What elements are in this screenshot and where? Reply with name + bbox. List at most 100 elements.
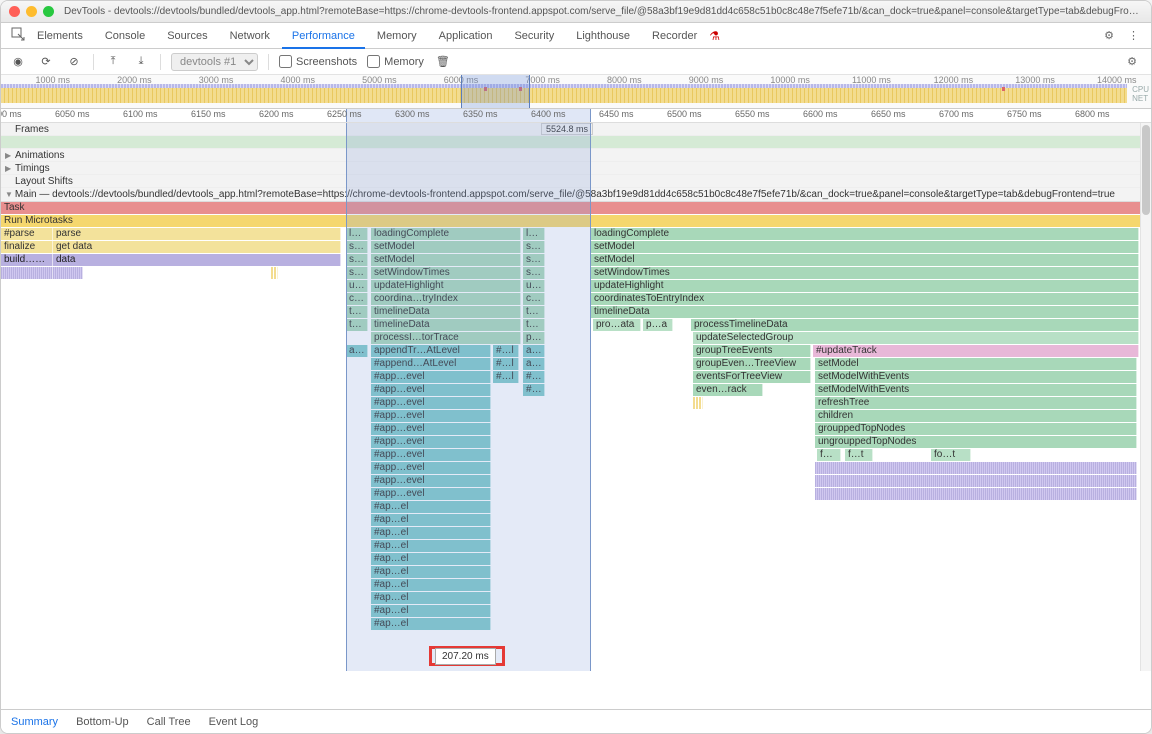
flame-bar[interactable]: p… xyxy=(523,332,545,344)
flame-bar[interactable]: #… xyxy=(523,371,545,383)
flame-bar[interactable]: updateSelectedGroup xyxy=(693,332,1139,344)
tab-security[interactable]: Security xyxy=(504,23,564,49)
flame-bar[interactable]: #…l xyxy=(493,358,519,370)
flame-bar[interactable]: u… xyxy=(346,280,368,292)
flame-bar[interactable]: s…l xyxy=(346,254,368,266)
flame-bar[interactable]: s… xyxy=(346,267,368,279)
timeline-ruler[interactable]: 6000 ms6050 ms6100 ms6150 ms6200 ms6250 … xyxy=(1,109,1151,123)
tab-application[interactable]: Application xyxy=(429,23,503,49)
flame-bar[interactable]: loadingComplete xyxy=(591,228,1139,240)
flame-bar[interactable]: appendTr…AtLevel xyxy=(371,345,491,357)
flame-bar[interactable]: #ap…el xyxy=(371,618,491,630)
flame-bar[interactable]: #app…evel xyxy=(371,462,491,474)
inspect-icon[interactable] xyxy=(7,27,25,44)
profile-select[interactable]: devtools #1 xyxy=(171,53,258,71)
record-button[interactable]: ◉ xyxy=(9,55,27,68)
track-animations[interactable]: ▶Animations xyxy=(1,149,1151,162)
track-timings[interactable]: ▶Timings xyxy=(1,162,1151,175)
flame-bar[interactable]: l… xyxy=(523,228,545,240)
flame-bar[interactable]: setWindowTimes xyxy=(591,267,1139,279)
flame-bar[interactable]: setModel xyxy=(371,254,521,266)
clear-button[interactable]: ⊘ xyxy=(65,55,83,68)
flame-bar[interactable]: t… xyxy=(523,306,545,318)
settings-icon[interactable]: ⚙ xyxy=(1098,29,1120,42)
flame-bar[interactable]: timelineData xyxy=(371,319,521,331)
flame-bar[interactable]: eventsForTreeView xyxy=(693,371,811,383)
flame-bar[interactable] xyxy=(693,397,703,409)
overview-strip[interactable]: 1000 ms2000 ms3000 ms4000 ms5000 ms6000 … xyxy=(1,75,1151,109)
vertical-scrollbar[interactable] xyxy=(1140,123,1151,671)
flame-bar[interactable]: #ap…el xyxy=(371,566,491,578)
flame-bar[interactable]: get data xyxy=(53,241,341,253)
flame-bar[interactable]: #app…evel xyxy=(371,436,491,448)
frames-content[interactable] xyxy=(1,136,1151,149)
flame-bar[interactable]: p…a xyxy=(643,319,673,331)
flame-bar[interactable]: #ap…el xyxy=(371,605,491,617)
flame-bar[interactable]: a… xyxy=(523,345,545,357)
flame-bar[interactable]: #app…evel xyxy=(371,384,491,396)
upload-button[interactable]: ⤒ xyxy=(104,55,122,68)
flame-bar[interactable]: #app…evel xyxy=(371,397,491,409)
flame-bar[interactable] xyxy=(271,267,278,279)
flame-bar[interactable] xyxy=(53,267,83,279)
flame-bar[interactable]: ungrouppedTopNodes xyxy=(815,436,1137,448)
flame-bar[interactable]: s… xyxy=(523,241,545,253)
flame-bar[interactable]: #app…evel xyxy=(371,423,491,435)
flame-bar[interactable]: groupEven…TreeView xyxy=(693,358,811,370)
flame-bar[interactable]: #… xyxy=(523,384,545,396)
flame-bar[interactable]: setModel xyxy=(591,254,1139,266)
btab-eventlog[interactable]: Event Log xyxy=(209,716,259,728)
maximize-icon[interactable] xyxy=(43,6,54,17)
close-icon[interactable] xyxy=(9,6,20,17)
flame-bar[interactable]: parse xyxy=(53,228,341,240)
memory-checkbox[interactable]: Memory xyxy=(367,55,424,68)
flame-bar[interactable]: setModel xyxy=(815,358,1137,370)
flame-bar[interactable]: children xyxy=(815,410,1137,422)
flame-bar[interactable] xyxy=(815,488,1137,500)
flame-bar[interactable]: updateHighlight xyxy=(371,280,521,292)
flame-bar[interactable]: #…l xyxy=(493,345,519,357)
flame-bar[interactable]: #…l xyxy=(493,371,519,383)
flame-bar[interactable]: data xyxy=(53,254,341,266)
flame-bar[interactable] xyxy=(815,475,1137,487)
capture-settings-icon[interactable]: ⚙ xyxy=(1121,55,1143,68)
flame-bar[interactable]: c… xyxy=(346,293,368,305)
scroll-thumb[interactable] xyxy=(1142,125,1150,215)
flame-bar[interactable]: updateHighlight xyxy=(591,280,1139,292)
tab-sources[interactable]: Sources xyxy=(157,23,217,49)
flame-bar[interactable]: #app…evel xyxy=(371,410,491,422)
flame-bar[interactable]: build…Calls xyxy=(1,254,53,266)
flame-bar[interactable]: #ap…el xyxy=(371,579,491,591)
flame-bar[interactable]: refreshTree xyxy=(815,397,1137,409)
flame-bar[interactable]: finalize xyxy=(1,241,53,253)
flame-bar[interactable]: #ap…el xyxy=(371,553,491,565)
flame-bar[interactable]: setModelWithEvents xyxy=(815,384,1137,396)
overview-selection[interactable] xyxy=(461,75,530,108)
flame-bar[interactable]: setModel xyxy=(591,241,1139,253)
flame-bar[interactable]: a… xyxy=(346,345,368,357)
flame-chart[interactable]: TaskRun Microtasks#parseparsel…eloadingC… xyxy=(1,202,1151,631)
screenshots-checkbox[interactable]: Screenshots xyxy=(279,55,357,68)
flame-bar[interactable]: groupTreeEvents xyxy=(693,345,811,357)
minimize-icon[interactable] xyxy=(26,6,37,17)
flame-bar[interactable]: f… xyxy=(817,449,841,461)
flame-bar[interactable]: #append…AtLevel xyxy=(371,358,491,370)
tab-recorder[interactable]: Recorder xyxy=(642,23,707,49)
flame-bar[interactable]: #app…evel xyxy=(371,488,491,500)
flame-bar[interactable]: #ap…el xyxy=(371,514,491,526)
flame-bar[interactable]: t… xyxy=(523,319,545,331)
flame-bar[interactable]: timelineData xyxy=(371,306,521,318)
flame-bar[interactable] xyxy=(1,267,53,279)
flame-bar[interactable]: t… xyxy=(346,319,368,331)
flame-bar[interactable]: t… xyxy=(346,306,368,318)
flame-bar[interactable]: loadingComplete xyxy=(371,228,521,240)
flame-bar[interactable]: #ap…el xyxy=(371,501,491,513)
btab-calltree[interactable]: Call Tree xyxy=(147,716,191,728)
flame-bar[interactable] xyxy=(815,462,1137,474)
flame-bar[interactable]: processTimelineData xyxy=(691,319,1139,331)
flame-bar[interactable]: grouppedTopNodes xyxy=(815,423,1137,435)
btab-summary[interactable]: Summary xyxy=(11,716,58,728)
flame-bar[interactable]: timelineData xyxy=(591,306,1139,318)
flame-bar[interactable]: #app…evel xyxy=(371,475,491,487)
tab-memory[interactable]: Memory xyxy=(367,23,427,49)
